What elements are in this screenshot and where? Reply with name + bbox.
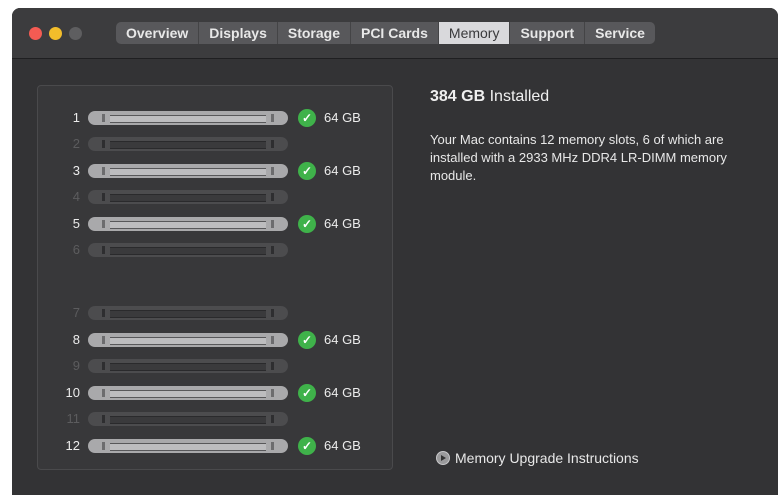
- slot-number: 10: [65, 385, 80, 400]
- memory-slot: 11: [38, 410, 392, 428]
- minimize-button[interactable]: [49, 27, 62, 40]
- slot-number: 3: [72, 163, 80, 178]
- memory-slot: 9: [38, 357, 392, 375]
- checkmark-circle-icon: ✓: [298, 109, 316, 127]
- slot-number: 7: [72, 305, 80, 320]
- module-size: 64 GB: [324, 216, 361, 231]
- title-bar: Overview Displays Storage PCI Cards Memory Su…: [12, 8, 778, 59]
- slot-number: 12: [65, 438, 80, 453]
- memory-module: [88, 333, 288, 347]
- memory-slot: 5 ✓ 64 GB: [38, 215, 392, 233]
- empty-slot: [88, 412, 288, 426]
- module-size: 64 GB: [324, 332, 361, 347]
- memory-slot: 12 ✓ 64 GB: [38, 437, 392, 455]
- upgrade-link-label: Memory Upgrade Instructions: [455, 450, 639, 466]
- module-size: 64 GB: [324, 438, 361, 453]
- zoom-button[interactable]: [69, 27, 82, 40]
- slot-number: 11: [66, 411, 81, 426]
- memory-slot: 10 ✓ 64 GB: [38, 384, 392, 402]
- checkmark-circle-icon: ✓: [298, 331, 316, 349]
- empty-slot: [88, 359, 288, 373]
- memory-module: [88, 386, 288, 400]
- memory-upgrade-instructions-link[interactable]: Memory Upgrade Instructions: [436, 449, 639, 467]
- memory-description: Your Mac contains 12 memory slots, 6 of …: [430, 132, 727, 183]
- memory-slot: 6: [38, 241, 392, 259]
- installed-summary: 384 GB Installed: [430, 88, 549, 106]
- tab-service[interactable]: Service: [585, 22, 655, 44]
- slot-number: 8: [72, 332, 80, 347]
- slot-number: 1: [72, 110, 80, 125]
- empty-slot: [88, 243, 288, 257]
- empty-slot: [88, 306, 288, 320]
- memory-slot: 3 ✓ 64 GB: [38, 162, 392, 180]
- slot-number: 6: [72, 242, 80, 257]
- module-size: 64 GB: [324, 385, 361, 400]
- installed-amount: 384 GB: [430, 88, 486, 105]
- empty-slot: [88, 137, 288, 151]
- tab-displays[interactable]: Displays: [199, 22, 278, 44]
- module-size: 64 GB: [324, 110, 361, 125]
- checkmark-circle-icon: ✓: [298, 437, 316, 455]
- memory-module: [88, 439, 288, 453]
- slot-number: 4: [72, 189, 80, 204]
- tab-storage[interactable]: Storage: [278, 22, 351, 44]
- installed-label: Installed: [489, 88, 550, 105]
- checkmark-circle-icon: ✓: [298, 162, 316, 180]
- memory-slot-panel: 1 ✓ 64 GB 2 3 ✓ 64 GB 4 5 ✓ 64 GB 6 7 8 ✓ 64 GB 9 10 ✓ 64 G…: [37, 85, 393, 470]
- slot-number: 9: [72, 358, 80, 373]
- slot-number: 5: [72, 216, 80, 231]
- about-this-mac-window: Overview Displays Storage PCI Cards Memory Su…: [12, 8, 778, 495]
- memory-module: [88, 164, 288, 178]
- memory-slot: 8 ✓ 64 GB: [38, 331, 392, 349]
- tab-support[interactable]: Support: [510, 22, 586, 44]
- play-circle-icon: [436, 451, 450, 465]
- memory-module: [88, 111, 288, 125]
- checkmark-circle-icon: ✓: [298, 215, 316, 233]
- close-button[interactable]: [29, 27, 42, 40]
- tab-memory[interactable]: Memory: [438, 22, 511, 44]
- checkmark-circle-icon: ✓: [298, 384, 316, 402]
- memory-slot: 2: [38, 135, 392, 153]
- tab-overview[interactable]: Overview: [116, 22, 200, 44]
- memory-slot: 4: [38, 188, 392, 206]
- memory-slot: 1 ✓ 64 GB: [38, 109, 392, 127]
- module-size: 64 GB: [324, 163, 361, 178]
- tab-pci-cards[interactable]: PCI Cards: [351, 22, 439, 44]
- memory-module: [88, 217, 288, 231]
- tab-bar: Overview Displays Storage PCI Cards Memory Su…: [116, 22, 655, 44]
- empty-slot: [88, 190, 288, 204]
- memory-slot: 7: [38, 304, 392, 322]
- slot-number: 2: [72, 136, 80, 151]
